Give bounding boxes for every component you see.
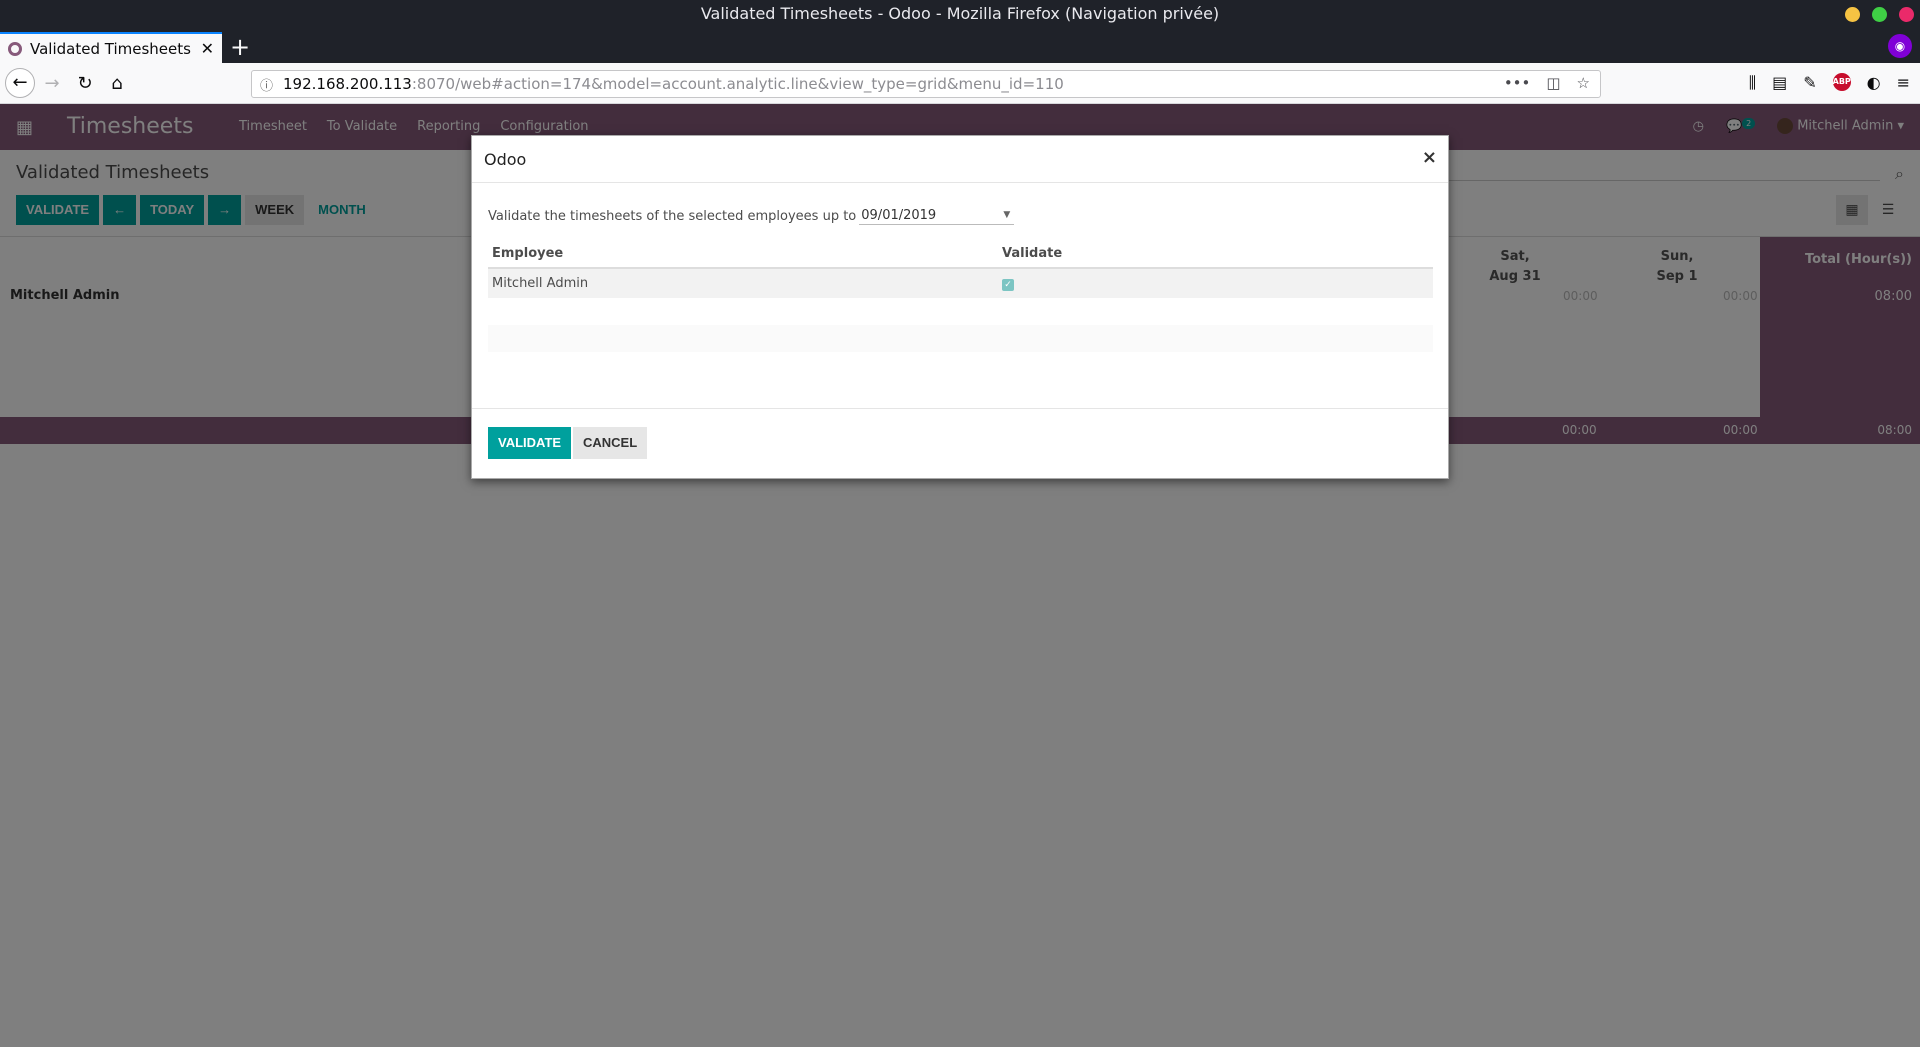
date-field[interactable]: 09/01/2019 ▼ [859, 208, 1015, 225]
validate-dialog: Odoo × Validate the timesheets of the se… [471, 135, 1449, 479]
column-header-employee: Employee [488, 240, 998, 269]
modal-title: Odoo [484, 150, 527, 169]
close-icon[interactable]: × [1422, 147, 1437, 168]
sidebar-icon[interactable]: ▤ [1772, 73, 1787, 93]
window-title: Validated Timesheets - Odoo - Mozilla Fi… [700, 4, 1220, 23]
tab-close-icon[interactable]: ✕ [201, 39, 214, 58]
table-row[interactable]: Mitchell Admin ✓ [488, 268, 1433, 298]
extension-2-icon[interactable]: ◐ [1867, 73, 1881, 93]
extension-icon[interactable]: ✎ [1803, 73, 1816, 93]
tab-bar: Validated Timesheets - O ✕ + ◉ [0, 29, 1920, 63]
toolbar-icons: ⫼ ▤ ✎ ABP ◐ ≡ [1749, 73, 1910, 93]
browser-tab[interactable]: Validated Timesheets - O ✕ [0, 32, 222, 63]
back-arrow-icon[interactable]: ← [5, 68, 35, 98]
caret-down-icon[interactable]: ▼ [1003, 210, 1010, 220]
home-icon[interactable]: ⌂ [103, 70, 131, 98]
maximize-button[interactable] [1872, 7, 1887, 22]
modal-footer: VALIDATE CANCEL [472, 409, 1448, 479]
url-host: 192.168.200.113 [283, 75, 412, 93]
date-prompt: Validate the timesheets of the selected … [488, 209, 857, 224]
pocket-icon[interactable]: ◫ [1546, 74, 1560, 92]
url-bar[interactable]: ⓘ 192.168.200.113:8070/web#action=174&mo… [251, 70, 1601, 98]
forward-arrow-icon[interactable]: → [38, 70, 66, 98]
modal-body: Validate the timesheets of the selected … [472, 183, 1448, 409]
empty-cell [488, 298, 998, 325]
empty-cell [998, 325, 1433, 352]
site-info-icon[interactable]: ⓘ [260, 75, 273, 94]
modal-header: Odoo × [472, 136, 1448, 183]
url-path: :8070/web#action=174&model=account.analy… [411, 75, 1064, 93]
adblock-icon[interactable]: ABP [1832, 73, 1851, 91]
validate-checkbox[interactable]: ✓ [1002, 279, 1014, 291]
tab-title: Validated Timesheets - O [30, 39, 193, 58]
new-tab-icon[interactable]: + [230, 33, 250, 61]
close-window-button[interactable] [1899, 7, 1914, 22]
url-actions: ••• ◫ ☆ [1504, 74, 1590, 92]
bookmark-star-icon[interactable]: ☆ [1577, 74, 1590, 92]
menu-icon[interactable]: ≡ [1897, 73, 1910, 93]
date-line: Validate the timesheets of the selected … [488, 208, 1015, 225]
minimize-button[interactable] [1845, 7, 1860, 22]
validate-cell: ✓ [998, 268, 1433, 298]
window-controls [1845, 7, 1914, 22]
private-browsing-icon: ◉ [1888, 34, 1912, 58]
date-value: 09/01/2019 [861, 208, 937, 223]
odoo-favicon-icon [8, 41, 22, 56]
page-actions-icon[interactable]: ••• [1504, 74, 1531, 92]
window-titlebar: Validated Timesheets - Odoo - Mozilla Fi… [0, 0, 1920, 29]
library-icon[interactable]: ⫼ [1749, 73, 1756, 93]
column-header-validate: Validate [998, 240, 1433, 269]
dialog-cancel-button[interactable]: CANCEL [573, 427, 648, 459]
reload-icon[interactable]: ↻ [71, 70, 99, 98]
employee-table: Employee Validate Mitchell Admin ✓ [488, 240, 1433, 352]
empty-cell [998, 298, 1433, 325]
navigation-toolbar: ← → ↻ ⌂ ⓘ 192.168.200.113:8070/web#actio… [0, 63, 1920, 104]
empty-cell [488, 325, 998, 352]
employee-cell: Mitchell Admin [488, 268, 998, 298]
dialog-validate-button[interactable]: VALIDATE [488, 427, 572, 459]
